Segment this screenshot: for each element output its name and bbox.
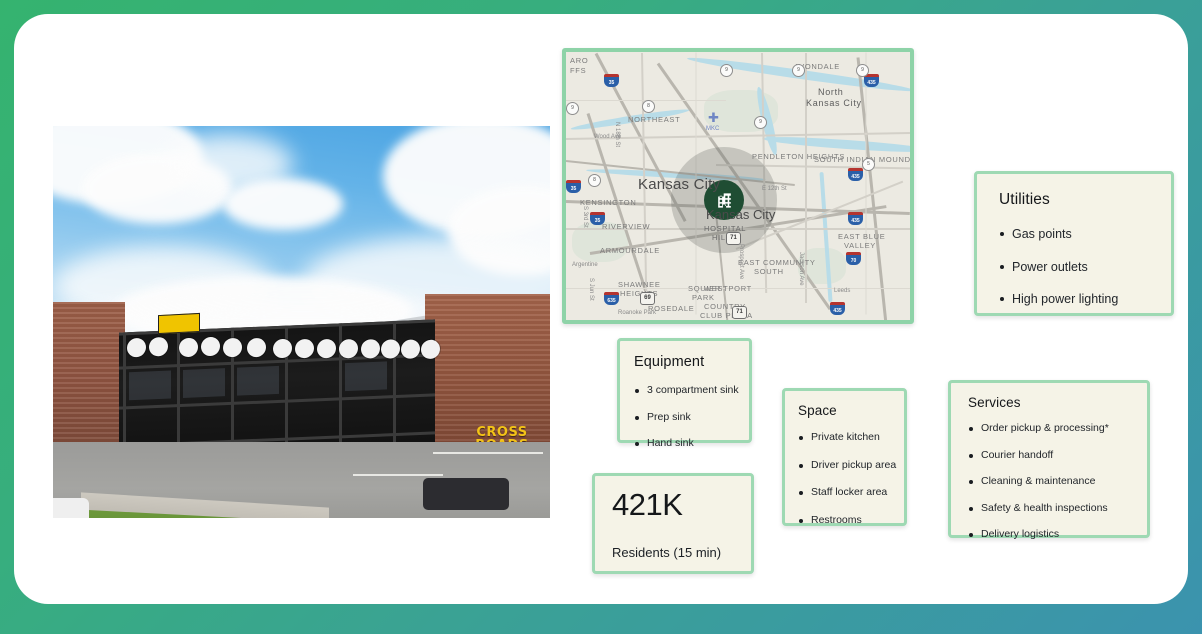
list-item: Hand sink	[634, 438, 749, 449]
list-item: Power outlets	[999, 260, 1171, 274]
map-label-kensington: KENSINGTON	[580, 198, 637, 207]
map-label-squier-2: PARK	[692, 293, 715, 302]
map-label-kansas-city-2: Kansas City	[706, 207, 776, 222]
map-shield-i435-d: 435	[830, 302, 845, 315]
map-airport-label: MKC	[706, 126, 720, 132]
map-label-squier: SQUIER	[688, 284, 721, 293]
map-exit-8: 5	[862, 158, 875, 171]
list-item: Delivery logistics	[968, 529, 1147, 540]
list-item: Cleaning & maintenance	[968, 476, 1147, 487]
map-shield-us69: 69	[640, 292, 655, 305]
photo-white-car	[53, 498, 89, 518]
slide-canvas: CROSS ROADS FOODSTOP.COM	[0, 0, 1202, 634]
map-label-s3rd: S 3rd St	[582, 206, 588, 228]
list-item: Staff locker area	[798, 487, 904, 498]
map-exit-3: 9	[720, 64, 733, 77]
location-map[interactable]: ✚ MKC ARO FFS AVONDALE North Kansas City…	[562, 48, 914, 324]
map-label-north: North	[818, 87, 844, 97]
stat-label: Residents (15 min)	[612, 545, 722, 560]
map-label-partial-corner-2: FFS	[570, 66, 587, 75]
photo-yellow-sign	[158, 312, 200, 335]
map-shield-71-b: 71	[732, 306, 747, 319]
card-services: Services Order pickup & processing* Cour…	[948, 380, 1150, 540]
map-shield-i435-b: 435	[848, 168, 863, 181]
map-label-riverview: RIVERVIEW	[602, 222, 651, 231]
list-item: Gas points	[999, 228, 1171, 241]
map-airport-icon: ✚	[708, 110, 719, 125]
card-residents-stat: 421K Residents (15 min)	[592, 473, 754, 574]
map-shield-i70: 70	[846, 252, 861, 265]
photo-lot-stripe-2	[353, 474, 443, 476]
map-shield-i435-c: 435	[848, 212, 863, 225]
map-exit-7: 8	[588, 174, 601, 187]
map-label-argentine: Argentine	[572, 262, 598, 268]
map-label-east-blue: EAST BLUE	[838, 232, 886, 241]
map-label-shawnee: SHAWNEE	[618, 280, 661, 289]
card-space: Space Private kitchen Driver pickup area…	[782, 388, 907, 526]
card-equipment-list: 3 compartment sink Prep sink Hand sink	[634, 385, 749, 449]
map-road-i	[865, 52, 867, 315]
list-item: Prep sink	[634, 411, 749, 423]
map-label-northeast: NORTHEAST	[628, 115, 681, 124]
list-item: Courier handoff	[968, 449, 1147, 461]
map-exit-2: 8	[642, 100, 655, 113]
list-item: High power lighting	[999, 293, 1171, 306]
map-exit-1: 9	[566, 102, 579, 115]
map-label-north-kc: Kansas City	[806, 98, 862, 108]
card-space-list: Private kitchen Driver pickup area Staff…	[798, 432, 904, 525]
white-page-surface: CROSS ROADS FOODSTOP.COM	[14, 14, 1188, 604]
card-utilities-title: Utilities	[999, 191, 1050, 208]
map-shield-i35-b: 35	[566, 180, 581, 193]
card-utilities-list: Gas points Power outlets High power ligh…	[999, 228, 1171, 306]
list-item: Safety & health inspections	[968, 502, 1147, 514]
photo-brick-left	[53, 302, 125, 452]
map-label-partial-corner: ARO	[570, 56, 589, 65]
list-item: Restrooms	[798, 514, 904, 526]
map-label-jackson: Jackson Ave	[798, 252, 804, 286]
map-label-e12th: E 12th St	[762, 186, 787, 192]
map-exit-6: 9	[754, 116, 767, 129]
card-equipment: Equipment 3 compartment sink Prep sink H…	[617, 338, 752, 448]
map-label-sjun: S Jun St	[588, 278, 594, 301]
list-item: Private kitchen	[798, 432, 904, 443]
card-services-title: Services	[968, 395, 1021, 410]
map-label-leeds: Leeds	[834, 288, 851, 294]
list-item: 3 compartment sink	[634, 385, 749, 396]
map-label-roanoke: Roanoke Park	[618, 310, 657, 316]
list-item: Driver pickup area	[798, 459, 904, 471]
stat-value: 421K	[612, 487, 683, 522]
map-shield-71-a: 71	[726, 232, 741, 245]
card-space-title: Space	[798, 403, 837, 418]
map-label-kansas-city: Kansas City	[638, 176, 721, 193]
card-equipment-title: Equipment	[634, 354, 705, 370]
map-exit-5: 9	[856, 64, 869, 77]
list-item: Order pickup & processing*	[968, 423, 1147, 434]
map-shield-i435-a: 435	[864, 74, 879, 87]
card-services-list: Order pickup & processing* Courier hando…	[968, 423, 1147, 540]
photo-parked-car	[423, 478, 509, 510]
card-utilities: Utilities Gas points Power outlets High …	[974, 171, 1174, 316]
map-label-east-community-2: SOUTH	[754, 267, 784, 276]
map-shield-i35-c: 35	[590, 212, 605, 225]
map-label-prospect: Prospect Ave	[738, 244, 744, 280]
map-label-n18th: N 18th St	[614, 122, 620, 148]
map-label-east-blue-2: VALLEY	[844, 241, 876, 250]
map-exit-4: 9	[792, 64, 805, 77]
photo-lot-stripe-1	[433, 452, 543, 454]
venue-photo: CROSS ROADS FOODSTOP.COM	[53, 126, 550, 518]
map-shield-i635: 635	[604, 292, 619, 305]
map-label-armourdale: ARMOURDALE	[600, 246, 660, 255]
map-shield-i35-a: 35	[604, 74, 619, 87]
